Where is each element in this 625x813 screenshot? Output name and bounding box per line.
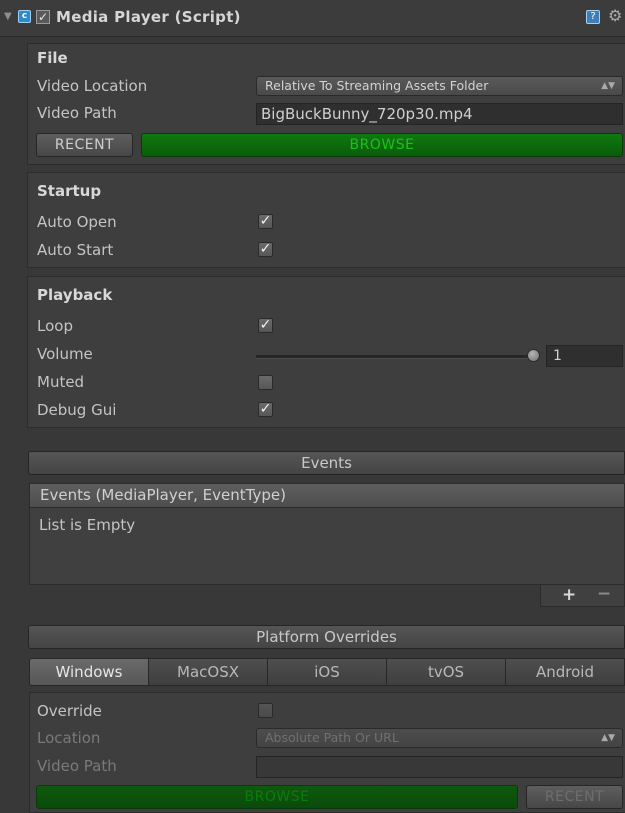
tab-ios[interactable]: iOS — [268, 658, 387, 686]
muted-label: Muted — [37, 373, 85, 391]
platform-video-path-label: Video Path — [37, 757, 117, 775]
debug-gui-checkbox[interactable]: ✓ — [258, 402, 273, 417]
video-location-label: Video Location — [37, 77, 148, 95]
list-empty-text: List is Empty — [39, 516, 136, 534]
component-header: ▼ c ✓ Media Player (Script) ? ⚙ — [0, 0, 625, 37]
dropdown-arrows-icon: ▲▼ — [601, 733, 615, 743]
location-label: Location — [37, 729, 101, 747]
help-icon[interactable]: ? — [586, 10, 600, 24]
events-list-footer — [540, 585, 625, 607]
auto-open-label: Auto Open — [37, 213, 117, 231]
volume-slider-track[interactable] — [256, 355, 534, 359]
browse-button[interactable]: BROWSE — [141, 133, 623, 157]
startup-heading: Startup — [37, 182, 102, 200]
platform-browse-button[interactable]: BROWSE — [36, 785, 518, 809]
platform-video-path-field[interactable] — [256, 756, 623, 778]
video-path-field[interactable]: BigBuckBunny_720p30.mp4 — [256, 103, 623, 125]
auto-start-label: Auto Start — [37, 241, 114, 259]
tab-tvos[interactable]: tvOS — [387, 658, 506, 686]
loop-checkbox[interactable]: ✓ — [258, 318, 273, 333]
location-value: Absolute Path Or URL — [265, 730, 399, 745]
video-location-dropdown[interactable]: Relative To Streaming Assets Folder ▲▼ — [256, 76, 623, 96]
playback-heading: Playback — [37, 286, 113, 304]
recent-button[interactable]: RECENT — [36, 133, 133, 157]
tab-macosx[interactable]: MacOSX — [149, 658, 268, 686]
loop-label: Loop — [37, 317, 73, 335]
events-foldout-button[interactable]: Events — [28, 451, 625, 475]
remove-event-button[interactable]: − — [597, 584, 611, 604]
dropdown-arrows-icon: ▲▼ — [601, 81, 615, 91]
video-path-label: Video Path — [37, 104, 117, 122]
auto-open-checkbox[interactable]: ✓ — [258, 214, 273, 229]
script-icon: c — [18, 10, 31, 23]
platform-tabs: Windows MacOSX iOS tvOS Android — [29, 658, 625, 686]
platform-overrides-foldout-button[interactable]: Platform Overrides — [28, 625, 625, 649]
muted-checkbox[interactable] — [258, 375, 273, 390]
volume-value-field[interactable]: 1 — [546, 345, 623, 367]
startup-group — [27, 172, 625, 268]
gear-icon[interactable]: ⚙ — [608, 6, 622, 25]
foldout-arrow-icon[interactable]: ▼ — [4, 11, 12, 22]
override-label: Override — [37, 702, 102, 720]
location-dropdown[interactable]: Absolute Path Or URL ▲▼ — [256, 728, 623, 748]
tab-android[interactable]: Android — [506, 658, 625, 686]
platform-recent-button[interactable]: RECENT — [526, 785, 623, 809]
auto-start-checkbox[interactable]: ✓ — [258, 242, 273, 257]
component-title: Media Player (Script) — [56, 8, 241, 26]
video-location-value: Relative To Streaming Assets Folder — [265, 78, 489, 93]
volume-label: Volume — [37, 345, 93, 363]
file-heading: File — [37, 49, 68, 67]
debug-gui-label: Debug Gui — [37, 401, 117, 419]
add-event-button[interactable]: + — [562, 585, 576, 605]
volume-slider-thumb[interactable] — [527, 349, 540, 362]
tab-windows[interactable]: Windows — [29, 658, 149, 686]
override-checkbox[interactable] — [258, 703, 273, 718]
component-enabled-checkbox[interactable]: ✓ — [36, 10, 50, 24]
events-list-header: Events (MediaPlayer, EventType) — [29, 483, 625, 508]
